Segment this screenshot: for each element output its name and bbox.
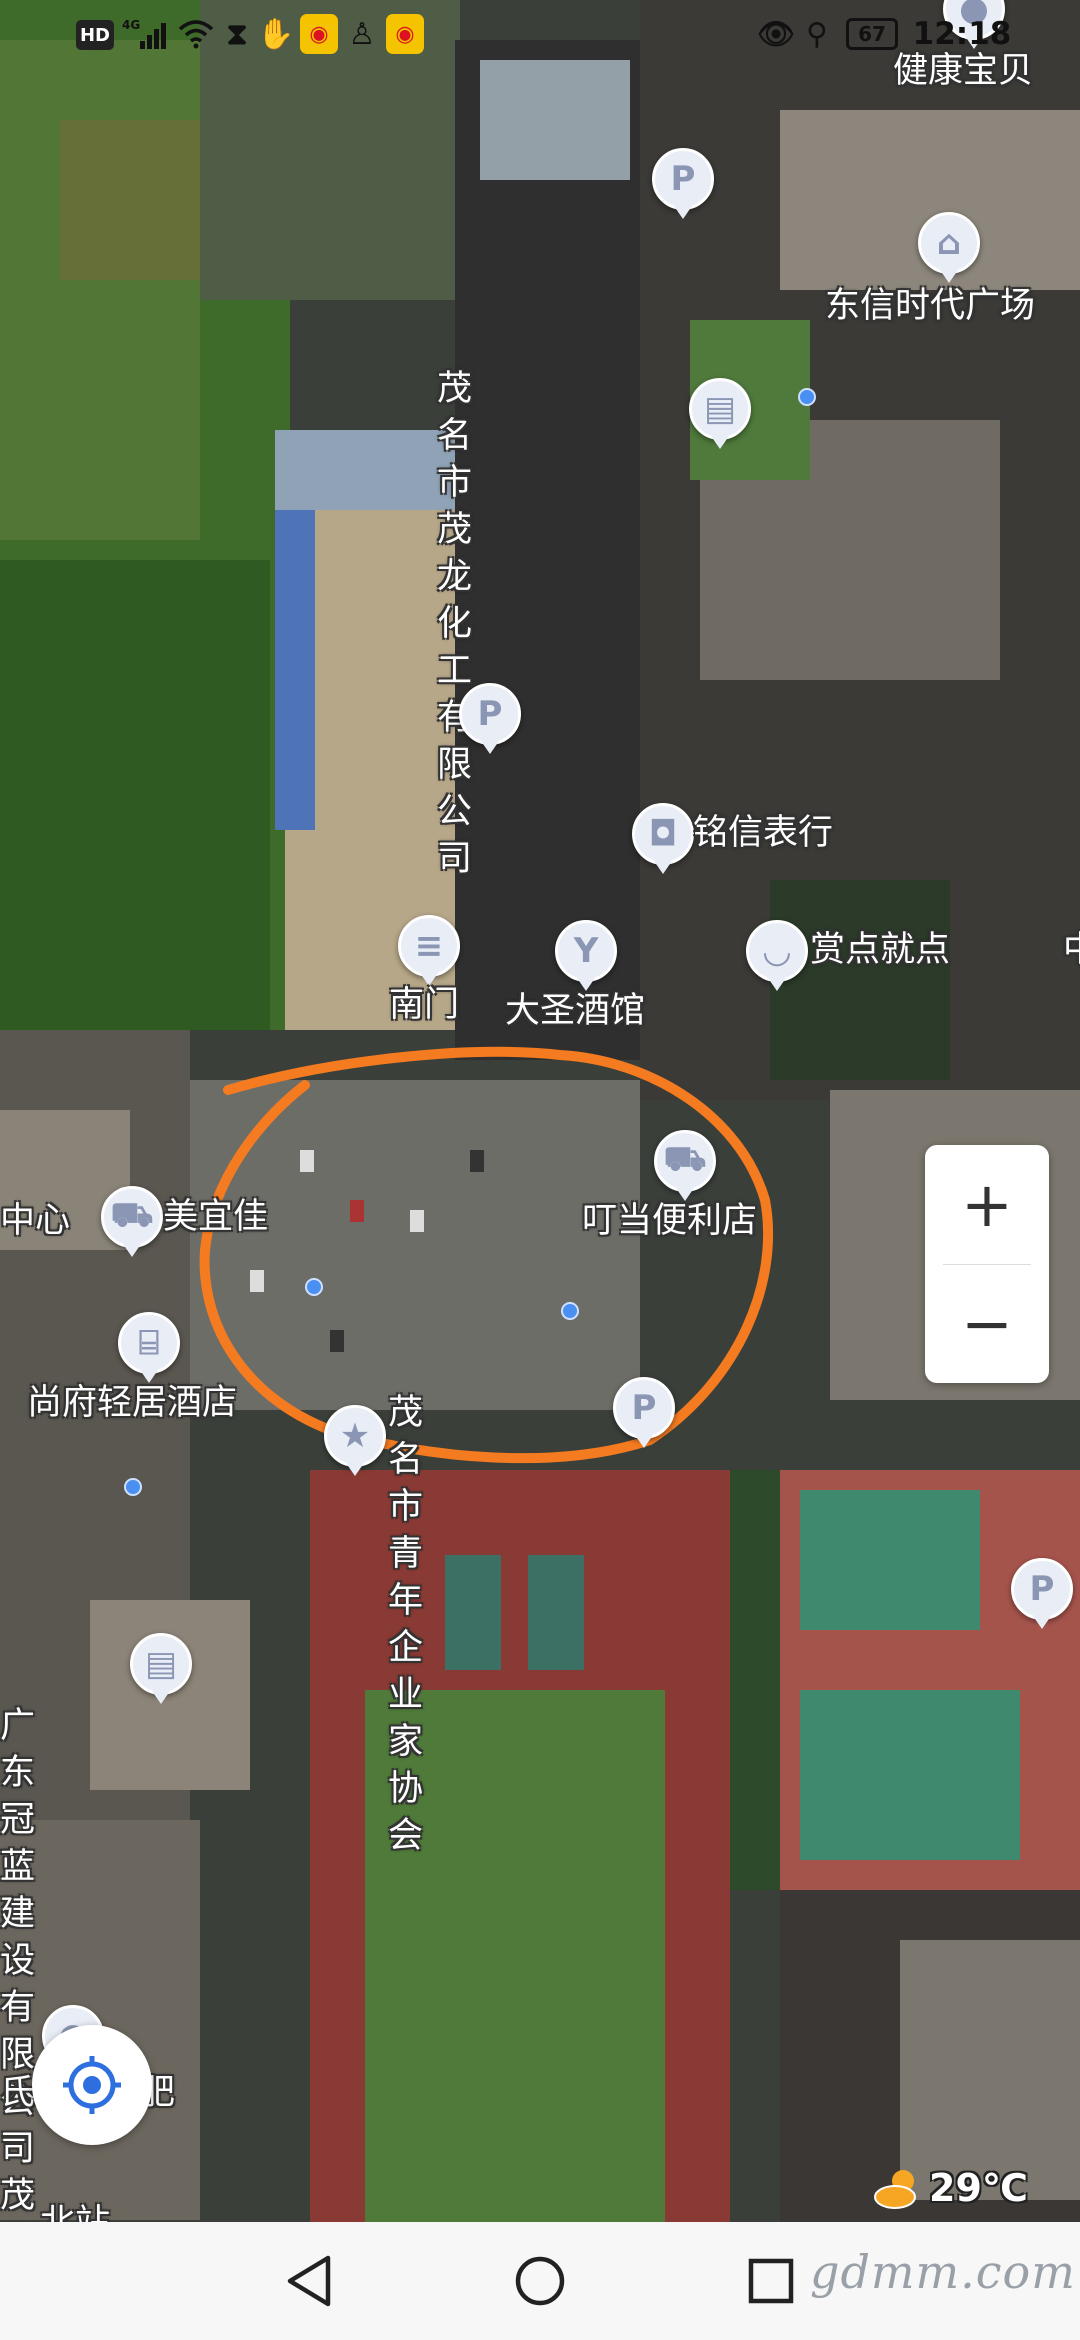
hourglass-icon: ⧗: [226, 16, 248, 52]
watermark: gdmm.com: [810, 2245, 1076, 2299]
hd-icon: HD: [76, 20, 114, 50]
poi-label: 叮当便利店: [582, 1201, 758, 1241]
zoom-control: + −: [925, 1145, 1049, 1383]
weather-widget[interactable]: 29℃: [873, 2160, 1028, 2216]
poi-label: 东信时代广场: [825, 286, 1036, 326]
eye-icon: 👁: [756, 16, 796, 52]
back-triangle-icon: [287, 2255, 331, 2307]
zoom-out-button[interactable]: −: [925, 1264, 1049, 1383]
signal-icon: 4G: [120, 14, 170, 54]
back-button[interactable]: [278, 2250, 340, 2312]
location-dot[interactable]: [305, 1278, 323, 1296]
hotel-icon: ⌸: [118, 1312, 180, 1383]
wifi-icon: [176, 14, 216, 54]
parking-icon: P: [459, 683, 521, 754]
parking-icon: P: [1011, 1558, 1073, 1629]
building-icon: ▤: [130, 1633, 192, 1704]
poi-label: 中心: [0, 1201, 71, 1241]
building-icon: ▤: [689, 378, 751, 449]
poi-label: 铭信表行: [693, 813, 834, 853]
cart-icon: ⛟: [101, 1186, 163, 1257]
poi-label: 赏点就点: [810, 930, 951, 970]
home-button[interactable]: [509, 2250, 571, 2312]
poi-label: 尚府轻居酒店: [27, 1383, 238, 1423]
poi-label: 南门: [389, 985, 460, 1025]
poi-label: 茂名市茂龙 化工有限公司: [437, 369, 473, 879]
bar-icon: Y: [555, 920, 617, 991]
poi-label: 中: [1063, 927, 1080, 974]
annotation-circle: [199, 1046, 773, 1464]
status-time: 12:18: [912, 16, 1012, 52]
svg-text:4G: 4G: [122, 18, 140, 32]
poi-label: 美宜佳: [163, 1197, 269, 1237]
shopping-bag-icon: ◘: [632, 803, 694, 874]
zoom-in-button[interactable]: +: [925, 1145, 1049, 1264]
poi-label: 大圣酒馆: [505, 991, 646, 1031]
hand-stop-icon: ✋: [257, 16, 295, 52]
cart-icon: ⛟: [654, 1130, 716, 1201]
location-dot[interactable]: [124, 1478, 142, 1496]
qq-icon: ♙: [348, 16, 376, 52]
parking-icon: P: [613, 1377, 675, 1448]
battery-icon: 67: [846, 18, 898, 50]
recents-button[interactable]: [740, 2250, 802, 2312]
location-dot[interactable]: [561, 1302, 579, 1320]
cloud-sun-icon: [874, 2170, 916, 2209]
parking-icon: P: [652, 148, 714, 219]
recents-square-icon: [748, 2258, 794, 2304]
landmark-icon: ⌂: [918, 212, 980, 283]
location-dot[interactable]: [798, 388, 816, 406]
organization-icon: ★: [324, 1405, 386, 1476]
satellite-map[interactable]: ● 健康宝贝 P ⌂ 东信时代广场 ▤ 茂名市茂龙 化工有限公司 P ◘ 铭信表…: [0, 0, 1080, 2222]
poi-label: 北站: [40, 2200, 110, 2222]
gate-icon: ≡: [398, 915, 460, 986]
poi-label: 广东冠蓝建设有限 公司茂名分公司: [0, 1706, 36, 2216]
weibo-icon: ◉: [300, 14, 338, 54]
poi-label: 茂名市青年 企业家协会: [388, 1393, 424, 1856]
location-pin-icon: ⚲: [806, 16, 828, 52]
status-bar: HD 4G ⧗ ✋ ◉ ♙ ◉ 👁 ⚲ 67 12:18: [0, 0, 1080, 70]
crosshair-icon: [63, 2056, 121, 2114]
restaurant-icon: ◡: [746, 920, 808, 991]
temperature-text: 29℃: [929, 2166, 1028, 2210]
home-circle-icon: [515, 2256, 565, 2306]
weibo-icon: ◉: [386, 14, 424, 54]
my-location-button[interactable]: [32, 2025, 152, 2145]
